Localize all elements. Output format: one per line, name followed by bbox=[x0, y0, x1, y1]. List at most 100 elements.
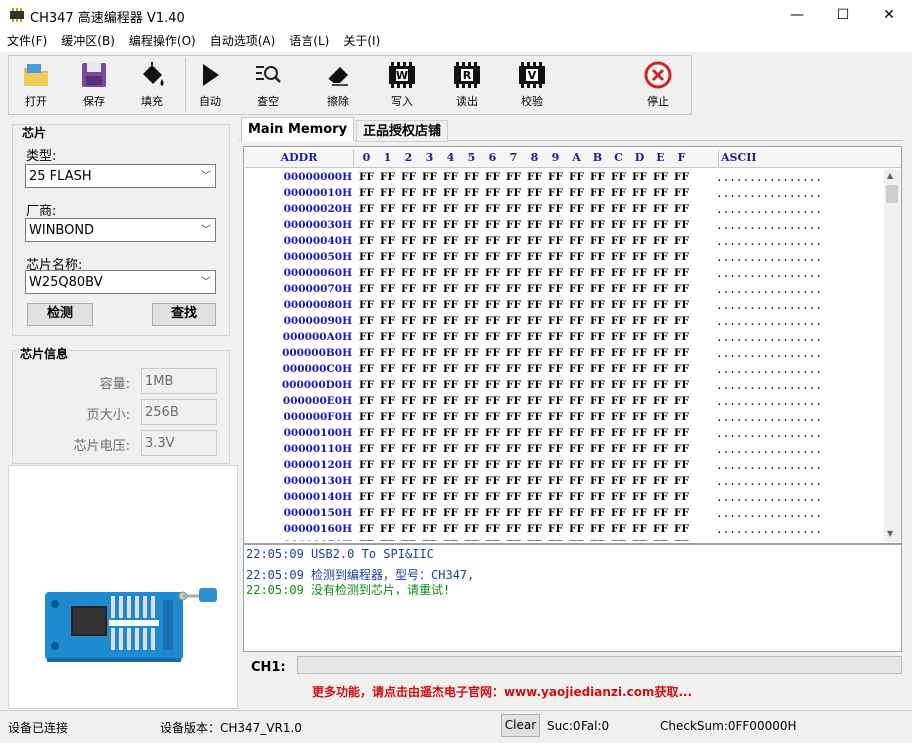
hex-byte[interactable]: FF bbox=[461, 539, 482, 541]
hex-byte[interactable]: FF bbox=[671, 251, 692, 263]
hex-byte[interactable]: FF bbox=[566, 443, 587, 455]
hex-byte[interactable]: FF bbox=[671, 539, 692, 541]
hex-byte[interactable]: FF bbox=[440, 427, 461, 439]
read-button[interactable]: R 读出 bbox=[440, 56, 494, 114]
hex-byte[interactable]: FF bbox=[524, 171, 545, 183]
hex-byte[interactable]: FF bbox=[650, 427, 671, 439]
hex-byte[interactable]: FF bbox=[356, 235, 377, 247]
hex-byte[interactable]: FF bbox=[356, 363, 377, 375]
hex-byte[interactable]: FF bbox=[566, 379, 587, 391]
hex-byte[interactable]: FF bbox=[398, 235, 419, 247]
hex-byte[interactable]: FF bbox=[566, 219, 587, 231]
hex-byte[interactable]: FF bbox=[377, 267, 398, 279]
hex-byte[interactable]: FF bbox=[419, 203, 440, 215]
hex-byte[interactable]: FF bbox=[587, 283, 608, 295]
hex-byte[interactable]: FF bbox=[650, 187, 671, 199]
hex-byte[interactable]: FF bbox=[398, 299, 419, 311]
hex-byte[interactable]: FF bbox=[671, 491, 692, 503]
hex-byte[interactable]: FF bbox=[440, 443, 461, 455]
hex-byte[interactable]: FF bbox=[650, 251, 671, 263]
hex-byte[interactable]: FF bbox=[503, 411, 524, 423]
hex-byte[interactable]: FF bbox=[461, 347, 482, 359]
hex-byte[interactable]: FF bbox=[356, 347, 377, 359]
hex-byte[interactable]: FF bbox=[503, 379, 524, 391]
hex-byte[interactable]: FF bbox=[671, 379, 692, 391]
hex-byte[interactable]: FF bbox=[587, 203, 608, 215]
hex-byte[interactable]: FF bbox=[482, 203, 503, 215]
hex-byte[interactable]: FF bbox=[398, 363, 419, 375]
hex-byte[interactable]: FF bbox=[608, 379, 629, 391]
hex-byte[interactable]: FF bbox=[503, 523, 524, 535]
hex-byte[interactable]: FF bbox=[524, 507, 545, 519]
hex-byte[interactable]: FF bbox=[566, 283, 587, 295]
hex-byte[interactable]: FF bbox=[566, 171, 587, 183]
hex-byte[interactable]: FF bbox=[461, 523, 482, 535]
hex-byte[interactable]: FF bbox=[650, 283, 671, 295]
hex-byte[interactable]: FF bbox=[629, 187, 650, 199]
hex-byte[interactable]: FF bbox=[608, 507, 629, 519]
hex-byte[interactable]: FF bbox=[419, 187, 440, 199]
hex-byte[interactable]: FF bbox=[629, 475, 650, 487]
hex-byte[interactable]: FF bbox=[377, 539, 398, 541]
hex-byte[interactable]: FF bbox=[419, 475, 440, 487]
hex-byte[interactable]: FF bbox=[398, 395, 419, 407]
hex-byte[interactable]: FF bbox=[398, 443, 419, 455]
hex-byte[interactable]: FF bbox=[503, 251, 524, 263]
hex-byte[interactable]: FF bbox=[524, 347, 545, 359]
hex-byte[interactable]: FF bbox=[461, 235, 482, 247]
hex-byte[interactable]: FF bbox=[608, 267, 629, 279]
hex-byte[interactable]: FF bbox=[587, 251, 608, 263]
hex-byte[interactable]: FF bbox=[587, 443, 608, 455]
hex-byte[interactable]: FF bbox=[524, 315, 545, 327]
hex-byte[interactable]: FF bbox=[629, 411, 650, 423]
hex-byte[interactable]: FF bbox=[608, 427, 629, 439]
hex-byte[interactable]: FF bbox=[440, 299, 461, 311]
hex-byte[interactable]: FF bbox=[629, 267, 650, 279]
hex-byte[interactable]: FF bbox=[608, 171, 629, 183]
hex-byte[interactable]: FF bbox=[419, 283, 440, 295]
hex-byte[interactable]: FF bbox=[671, 171, 692, 183]
hex-byte[interactable]: FF bbox=[524, 187, 545, 199]
hex-byte[interactable]: FF bbox=[440, 171, 461, 183]
hex-byte[interactable]: FF bbox=[629, 539, 650, 541]
hex-byte[interactable]: FF bbox=[461, 299, 482, 311]
hex-byte[interactable]: FF bbox=[377, 299, 398, 311]
hex-byte[interactable]: FF bbox=[629, 427, 650, 439]
hex-byte[interactable]: FF bbox=[608, 299, 629, 311]
find-button[interactable]: 查找 bbox=[152, 303, 216, 326]
hex-byte[interactable]: FF bbox=[356, 283, 377, 295]
hex-byte[interactable]: FF bbox=[398, 459, 419, 471]
hex-byte[interactable]: FF bbox=[503, 171, 524, 183]
fill-button[interactable]: 填充 bbox=[125, 56, 179, 114]
hex-byte[interactable]: FF bbox=[419, 491, 440, 503]
hex-byte[interactable]: FF bbox=[482, 443, 503, 455]
hex-byte[interactable]: FF bbox=[587, 427, 608, 439]
hex-byte[interactable]: FF bbox=[356, 411, 377, 423]
save-button[interactable]: 保存 bbox=[67, 56, 121, 114]
hex-byte[interactable]: FF bbox=[608, 187, 629, 199]
hex-byte[interactable]: FF bbox=[566, 299, 587, 311]
hex-byte[interactable]: FF bbox=[629, 459, 650, 471]
hex-byte[interactable]: FF bbox=[440, 331, 461, 343]
hex-editor[interactable]: ADDR 0123456789ABCDEF ASCII 00000000H FF F… bbox=[243, 146, 902, 544]
hex-byte[interactable]: FF bbox=[545, 219, 566, 231]
hex-byte[interactable]: FF bbox=[566, 523, 587, 535]
menu-language[interactable]: 语言(L) bbox=[282, 30, 336, 52]
hex-byte[interactable]: FF bbox=[461, 475, 482, 487]
verify-button[interactable]: V 校验 bbox=[505, 56, 559, 114]
hex-byte[interactable]: FF bbox=[629, 203, 650, 215]
scroll-down-icon[interactable]: ▼ bbox=[887, 529, 893, 538]
hex-byte[interactable]: FF bbox=[377, 443, 398, 455]
hex-byte[interactable]: FF bbox=[440, 411, 461, 423]
menu-file[interactable]: 文件(F) bbox=[0, 30, 54, 52]
tab-authorized-store[interactable]: 正品授权店铺 bbox=[356, 120, 449, 142]
hex-byte[interactable]: FF bbox=[503, 283, 524, 295]
hex-byte[interactable]: FF bbox=[482, 219, 503, 231]
hex-byte[interactable]: FF bbox=[503, 363, 524, 375]
hex-byte[interactable]: FF bbox=[608, 315, 629, 327]
hex-byte[interactable]: FF bbox=[398, 251, 419, 263]
hex-byte[interactable]: FF bbox=[524, 235, 545, 247]
hex-byte[interactable]: FF bbox=[587, 299, 608, 311]
hex-byte[interactable]: FF bbox=[566, 491, 587, 503]
hex-byte[interactable]: FF bbox=[482, 411, 503, 423]
